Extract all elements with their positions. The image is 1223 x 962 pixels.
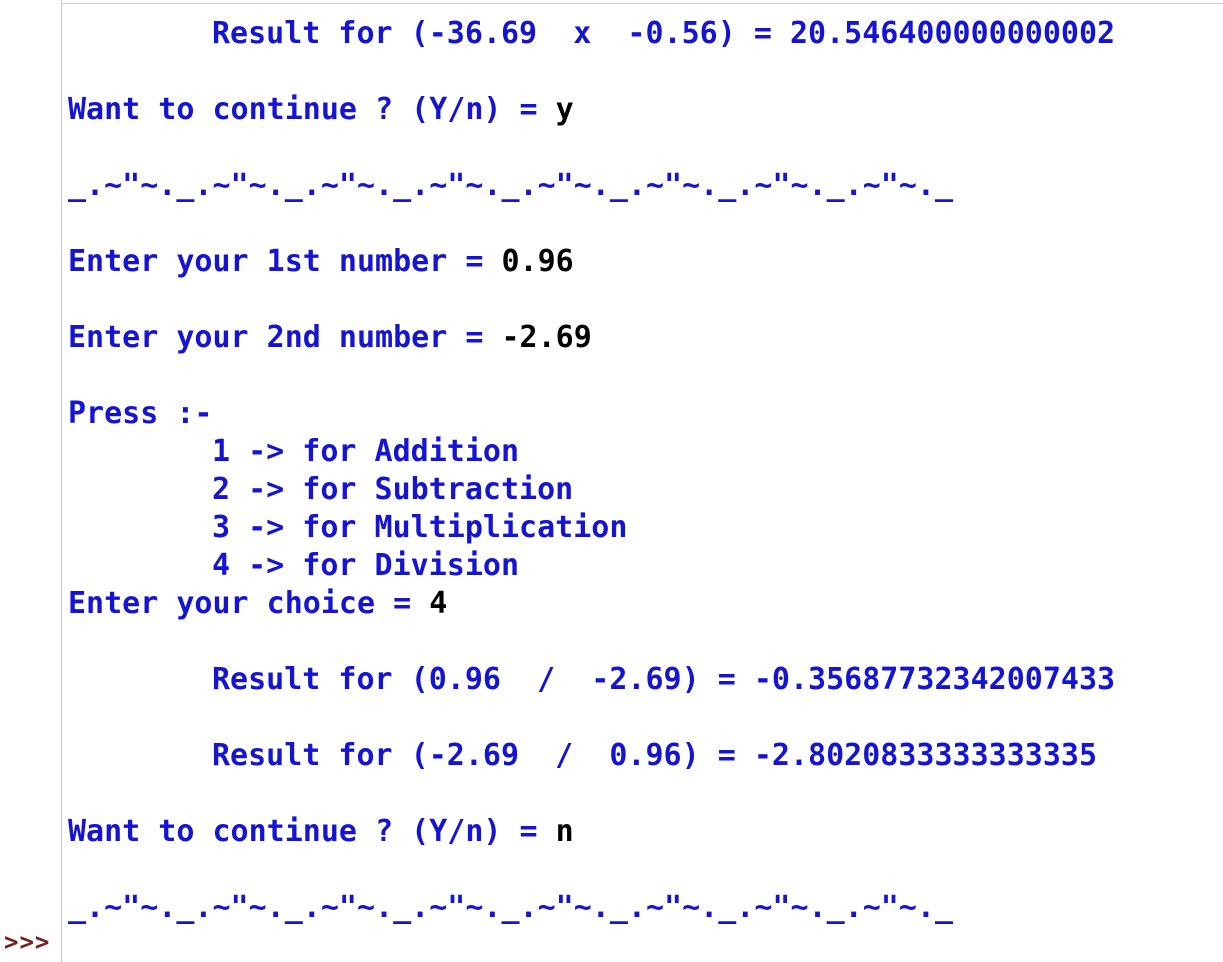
choice-value: 4: [429, 586, 448, 621]
menu-option-multiplication: 3 -> for Multiplication: [212, 510, 628, 545]
line-gutter: [0, 0, 62, 962]
continue-prompt-line: Want to continue ? (Y/n) = y: [68, 95, 574, 125]
continue-prompt-label: Want to continue ? (Y/n) =: [68, 92, 556, 127]
second-number-line: Enter your 2nd number = -2.69: [68, 323, 592, 353]
continue-prompt-label-2: Want to continue ? (Y/n) =: [68, 814, 556, 849]
first-number-label: Enter your 1st number =: [68, 244, 502, 279]
separator-line: _.~"~._.~"~._.~"~._.~"~._.~"~._.~"~._.~"…: [68, 168, 954, 203]
menu-option-subtraction: 2 -> for Subtraction: [212, 472, 574, 507]
second-number-value: -2.69: [501, 320, 592, 355]
choice-label: Enter your choice =: [68, 586, 430, 621]
continue-prompt-line-2: Want to continue ? (Y/n) = n: [68, 817, 574, 847]
second-number-label: Enter your 2nd number =: [68, 320, 502, 355]
separator-line-2: _.~"~._.~"~._.~"~._.~"~._.~"~._.~"~._.~"…: [68, 890, 954, 925]
menu-title: Press :-: [68, 396, 213, 431]
menu-option-division: 4 -> for Division: [212, 548, 520, 583]
continue-answer-2: n: [555, 814, 574, 849]
choice-line: Enter your choice = 4: [68, 589, 447, 619]
first-number-line: Enter your 1st number = 0.96: [68, 247, 574, 277]
first-number-value: 0.96: [501, 244, 574, 279]
result-division-line-2: Result for (-2.69 / 0.96) = -2.802083333…: [212, 738, 1098, 773]
shell-prompt[interactable]: >>>: [4, 930, 50, 954]
shell-top-border: [62, 3, 1223, 4]
continue-answer: y: [555, 92, 574, 127]
result-division-line-1: Result for (0.96 / -2.69) = -0.356877323…: [212, 662, 1116, 697]
menu-option-addition: 1 -> for Addition: [212, 434, 520, 469]
result-multiplication-line: Result for (-36.69 x -0.56) = 20.5464000…: [212, 16, 1116, 51]
